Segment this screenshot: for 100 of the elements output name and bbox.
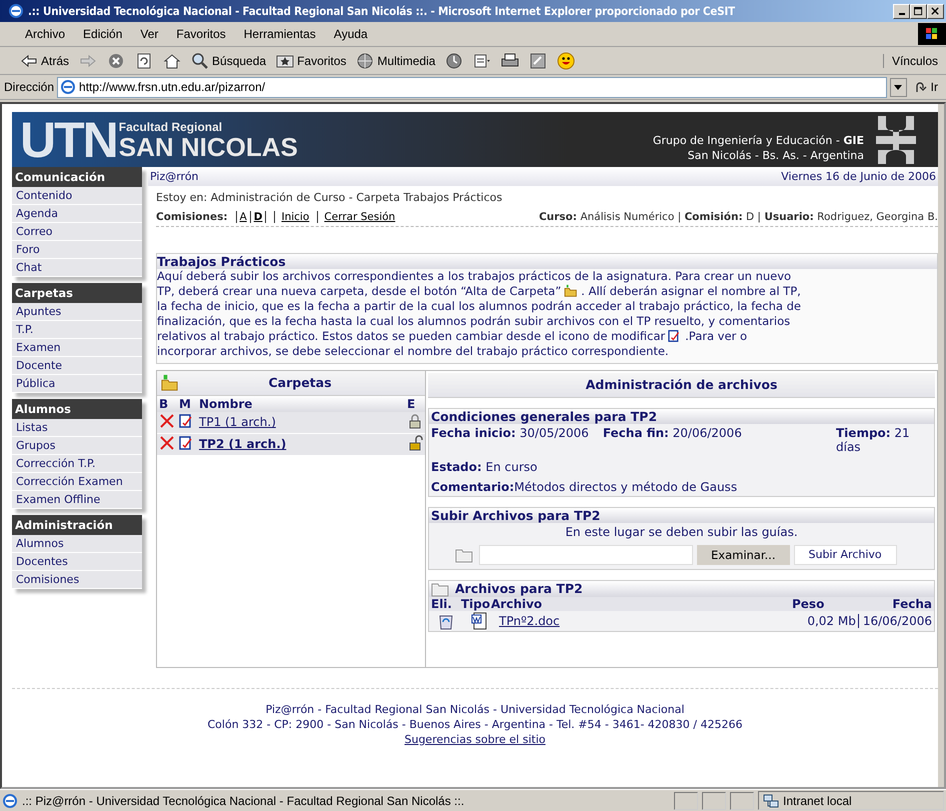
address-label: Dirección	[4, 80, 54, 94]
back-button[interactable]: Atrás	[16, 50, 74, 70]
column-header: E	[405, 396, 425, 412]
go-arrow-icon	[914, 80, 928, 94]
column-header: Tipo	[461, 596, 491, 611]
column-header: B	[157, 396, 177, 412]
address-dropdown-button[interactable]	[890, 78, 907, 96]
column-header: Peso	[792, 596, 826, 611]
description-text: Aquí deberá subir los archivos correspondientes a los trabajos prácticos de la asignatura. Para crear un nuevo	[157, 269, 792, 284]
section-title: Trabajos Prácticos	[157, 254, 937, 269]
close-button[interactable]	[927, 4, 944, 18]
nav-link[interactable]: Inicio	[274, 211, 310, 223]
sidebar-item[interactable]: Grupos	[12, 437, 142, 455]
new-folder-icon	[564, 284, 578, 298]
commission-link[interactable]: D	[250, 211, 266, 223]
search-button[interactable]: Búsqueda	[187, 50, 270, 70]
menu-item[interactable]: Archivo	[16, 27, 74, 41]
file-size: 0,02 Mb	[807, 614, 859, 628]
search-icon	[191, 52, 210, 70]
menu-item[interactable]: Herramientas	[234, 27, 325, 41]
nav-link[interactable]: Cerrar Sesión	[317, 211, 396, 223]
description-text: .Para ver o	[685, 328, 747, 344]
sidebar-heading: Comunicación	[12, 167, 142, 187]
sidebar-item[interactable]: Chat	[12, 259, 142, 277]
sidebar-item[interactable]: Comisiones	[12, 571, 142, 589]
scrollbar[interactable]	[938, 104, 944, 787]
breadcrumb: Estoy en: Administración de Curso - Carpeta Trabajos Prácticos	[155, 190, 504, 206]
folder-icon	[455, 546, 475, 563]
links-label[interactable]: Vínculos	[882, 54, 946, 68]
media-button[interactable]: Multimedia	[352, 50, 440, 70]
section-header: Subir Archivos para TP2	[429, 508, 934, 523]
group-name: Grupo de Ingeniería y Educación - GIE	[652, 134, 864, 148]
intranet-icon	[763, 792, 779, 808]
sidebar-item[interactable]: Alumnos	[12, 535, 142, 553]
banner-subtitle: Facultad Regional	[118, 120, 224, 134]
sidebar-item[interactable]: Listas	[12, 419, 142, 437]
column-header: Archivo	[491, 596, 544, 611]
favorites-button[interactable]: Favoritos	[272, 50, 350, 70]
pencil-icon	[529, 52, 548, 70]
sidebar-item[interactable]: Docentes	[12, 553, 142, 571]
banner-title: SAN NICOLAS	[118, 134, 298, 160]
university-emblem-icon	[876, 116, 916, 164]
logo-text: UTN	[20, 114, 117, 164]
zone-text: Intranet local	[783, 794, 852, 808]
panel-title: Carpetas	[267, 375, 333, 390]
page-icon	[2, 792, 18, 808]
menu-item[interactable]: Favoritos	[167, 27, 235, 41]
duration-text: Tiempo: 21 días	[836, 426, 911, 454]
date-text: Viernes 16 de Junio de 2006	[781, 170, 936, 183]
delete-icon[interactable]	[159, 412, 175, 429]
sidebar-item[interactable]: Agenda	[12, 205, 142, 223]
commission-link[interactable]: A	[236, 211, 250, 223]
go-button[interactable]: Ir	[910, 80, 942, 94]
new-folder-icon[interactable]	[161, 374, 179, 392]
sidebar-item[interactable]: Corrección T.P.	[12, 455, 142, 473]
sidebar-item[interactable]: Examen	[12, 339, 142, 357]
description-text: finalización, que es la fecha hasta la cual los alumnos podrán subir archivos con el TP resuelto, y comentarios	[157, 314, 790, 329]
caret-icon	[894, 84, 902, 90]
sidebar-heading: Administración	[12, 515, 142, 535]
close-icon	[931, 6, 940, 16]
clock-icon	[445, 52, 464, 70]
comment-text: Comentario:Métodos directos y método de Gauss	[431, 480, 738, 494]
sidebar-item[interactable]: Correo	[12, 223, 142, 241]
sidebar-item[interactable]: Examen Offline	[12, 491, 142, 509]
column-header: M	[177, 396, 197, 412]
menu-item[interactable]: Ayuda	[324, 27, 377, 41]
sidebar-item[interactable]: Pública	[12, 375, 142, 393]
description-text: . Allí deberán asignar el nombre al TP,	[581, 284, 801, 299]
browser-icon	[8, 3, 24, 19]
site-name: Piz@rrón	[150, 170, 199, 183]
column-header: Nombre	[197, 396, 405, 412]
sidebar-item[interactable]: Contenido	[12, 187, 142, 205]
sidebar-heading: Alumnos	[12, 399, 142, 419]
status-text: Estado: En curso	[431, 460, 538, 474]
home-icon	[163, 52, 182, 70]
printer-icon	[501, 52, 520, 70]
location-text: San Nicolás - Bs. As. - Argentina	[688, 148, 864, 163]
delete-icon[interactable]	[159, 434, 175, 451]
document-icon	[473, 52, 492, 70]
menu-item[interactable]: Edición	[74, 27, 132, 41]
address-field[interactable]: http://www.frsn.utn.edu.ar/pizarron/	[57, 76, 887, 98]
open-lock-icon[interactable]	[407, 434, 423, 451]
browse-button[interactable]: Examinar...	[697, 544, 790, 565]
menu-item[interactable]: Ver	[131, 27, 168, 41]
upload-button[interactable]: Subir Archivo	[794, 544, 897, 565]
file-link[interactable]: TPnº2.doc	[499, 614, 650, 628]
maximize-icon	[914, 6, 923, 16]
closed-lock-icon[interactable]	[407, 412, 423, 429]
maximize-button[interactable]	[910, 4, 927, 18]
sidebar-item[interactable]: Docente	[12, 357, 142, 375]
minimize-button[interactable]	[893, 4, 910, 18]
section-header: Condiciones generales para TP2	[429, 408, 934, 424]
file-input[interactable]	[479, 544, 693, 565]
suggestions-link[interactable]: Sugerencias sobre el sitio	[404, 732, 546, 746]
sidebar-item[interactable]: Corrección Examen	[12, 473, 142, 491]
panel-title: Administración de archivos	[584, 377, 778, 392]
sidebar-item[interactable]: T.P.	[12, 321, 142, 339]
sidebar-item[interactable]: Foro	[12, 241, 142, 259]
sidebar-item[interactable]: Apuntes	[12, 303, 142, 321]
end-date: Fecha fin: 20/06/2006	[602, 426, 742, 440]
